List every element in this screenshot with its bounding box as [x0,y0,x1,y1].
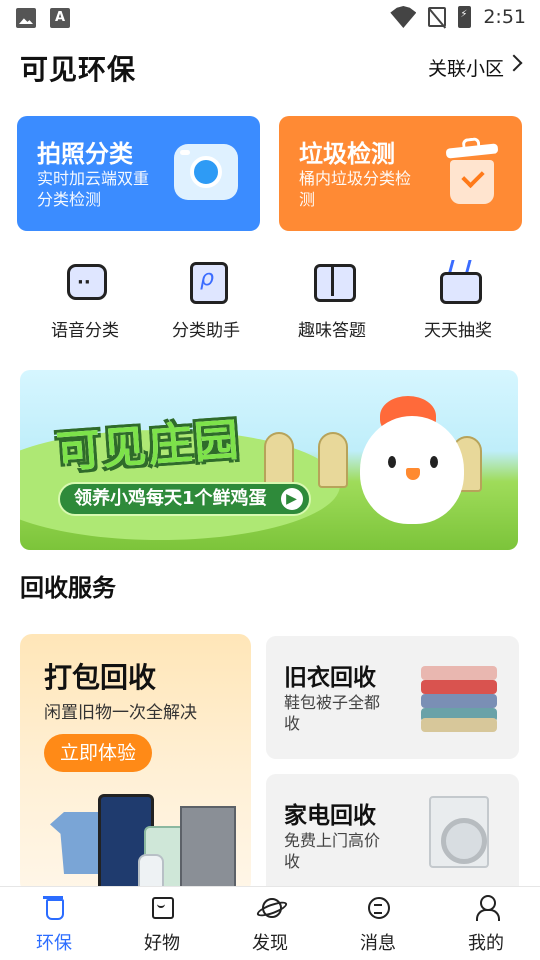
tab-label: 好物 [144,933,180,954]
quick-voice-classify[interactable]: 语音分类 [30,258,140,341]
quick-label: 天天抽奖 [424,321,492,341]
tab-profile[interactable]: 我的 [432,895,540,955]
banner-pill-text: 领养小鸡每天1个鲜鸡蛋 [74,488,267,509]
clothes-recycle-card[interactable]: 旧衣回收 鞋包被子全都收 [266,636,519,759]
assistant-icon [184,258,228,304]
status-time: 2:51 [483,6,526,28]
card-title: 垃圾检测 [299,140,395,168]
recycle-section-title: 回收服务 [20,574,116,602]
fence-post [264,432,294,488]
shopping-bag-icon [150,895,174,919]
tab-goods[interactable]: 好物 [108,895,216,955]
card-subtitle: 免费上门高价收 [284,831,381,871]
quick-label: 分类助手 [172,321,240,341]
no-sim-icon [428,7,447,27]
image-icon [16,8,36,28]
quick-label: 趣味答题 [298,321,366,341]
link-community-button[interactable]: 关联小区 [428,54,504,81]
washing-machine-icon [429,796,489,868]
profile-icon [474,895,500,921]
quick-label: 语音分类 [51,321,119,341]
status-bar: A 2:51 [0,0,540,36]
fence-post [318,432,348,488]
quick-daily-lottery[interactable]: 天天抽奖 [403,258,513,341]
arrow-right-icon: ▶ [280,488,303,510]
bottom-tab-bar: 环保 好物 发现 消息 我的 [0,886,540,960]
quick-classify-assistant[interactable]: 分类助手 [151,258,261,341]
appliance-recycle-card[interactable]: 家电回收 免费上门高价收 [266,774,519,897]
card-subtitle: 桶内垃圾分类检测 [299,169,412,209]
tab-eco[interactable]: 环保 [0,895,108,955]
quiz-book-icon [310,258,356,302]
lottery-box-icon [436,258,482,304]
fridge-illustration [180,806,236,894]
banner-adopt-button[interactable]: 领养小鸡每天1个鲜鸡蛋 ▶ [58,482,311,516]
quick-fun-quiz[interactable]: 趣味答题 [277,258,387,341]
banner-title: 可见庄园 [54,414,242,479]
camera-icon [174,144,238,200]
tab-messages[interactable]: 消息 [324,895,432,955]
farm-banner[interactable]: 可见庄园 领养小鸡每天1个鲜鸡蛋 ▶ [20,370,518,550]
card-subtitle: 实时加云端双重分类检测 [37,169,150,209]
quick-actions: 语音分类 分类助手 趣味答题 天天抽奖 [0,258,540,341]
folded-clothes-icon [421,666,497,732]
chicken-eye [388,456,396,468]
card-subtitle: 鞋包被子全都收 [284,693,381,733]
app-header: 可见环保 关联小区 [20,48,523,88]
card-title: 家电回收 [284,803,376,829]
trash-detect-card[interactable]: 垃圾检测 桶内垃圾分类检测 [279,116,522,231]
page-title: 可见环保 [20,53,137,86]
chicken-eye [430,456,438,468]
voice-chat-icon [63,258,107,302]
card-title: 拍照分类 [37,140,133,168]
try-now-button[interactable]: 立即体验 [44,734,153,772]
pack-recycle-card[interactable]: 打包回收 闲置旧物一次全解决 立即体验 [20,634,251,894]
message-icon [366,895,390,919]
battery-charging-icon [458,6,472,28]
tab-label: 我的 [468,933,504,954]
trash-bin-check-icon [444,137,500,204]
tab-label: 发现 [252,933,288,954]
tab-discover[interactable]: 发现 [216,895,324,955]
eco-cup-icon [42,895,66,920]
tab-label: 消息 [360,933,396,954]
card-title: 打包回收 [44,661,157,694]
card-title: 旧衣回收 [284,665,376,691]
card-subtitle: 闲置旧物一次全解决 [44,703,197,723]
wifi-icon [390,6,417,28]
a-icon: A [50,8,70,28]
planet-icon [258,895,282,919]
photo-classify-card[interactable]: 拍照分类 实时加云端双重分类检测 [17,116,260,231]
tab-label: 环保 [36,933,72,954]
chevron-right-icon[interactable] [505,54,523,72]
